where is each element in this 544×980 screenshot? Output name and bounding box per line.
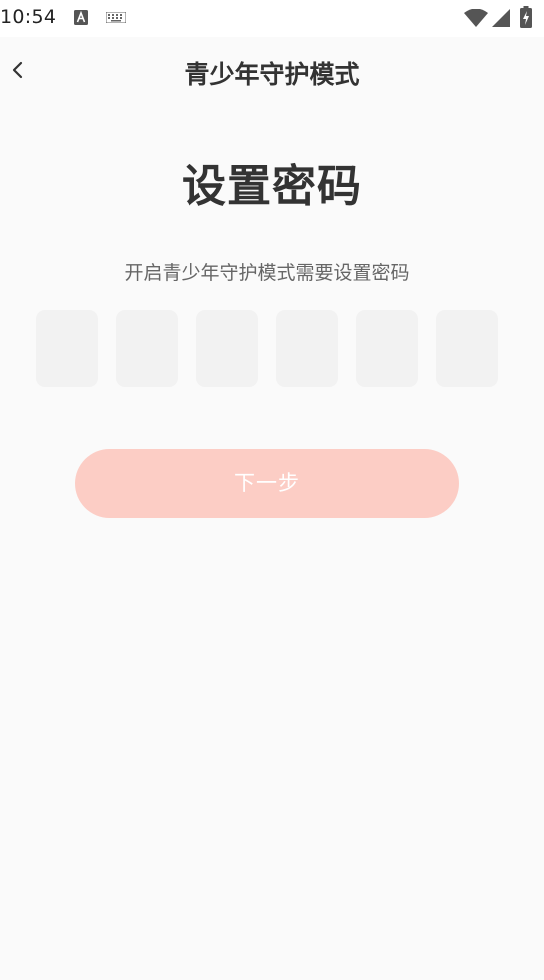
- pin-input-row: [36, 310, 498, 387]
- pin-digit-box[interactable]: [356, 310, 418, 387]
- app-bar: 青少年守护模式: [0, 37, 544, 107]
- password-description: 开启青少年守护模式需要设置密码: [124, 262, 410, 284]
- keyboard-icon: [106, 12, 126, 23]
- page-title: 青少年守护模式: [184, 60, 360, 89]
- battery-icon: [520, 6, 532, 28]
- signal-icon: [492, 9, 510, 27]
- status-time: 10:54: [0, 6, 57, 28]
- pin-digit-box[interactable]: [196, 310, 258, 387]
- wifi-icon: [464, 9, 488, 27]
- status-bar: 10:54: [0, 0, 544, 37]
- pin-digit-box[interactable]: [36, 310, 98, 387]
- a-icon: [74, 10, 88, 25]
- next-step-button[interactable]: 下一步: [75, 449, 459, 518]
- pin-digit-box[interactable]: [116, 310, 178, 387]
- set-password-heading: 设置密码: [182, 161, 362, 212]
- pin-digit-box[interactable]: [436, 310, 498, 387]
- pin-digit-box[interactable]: [276, 310, 338, 387]
